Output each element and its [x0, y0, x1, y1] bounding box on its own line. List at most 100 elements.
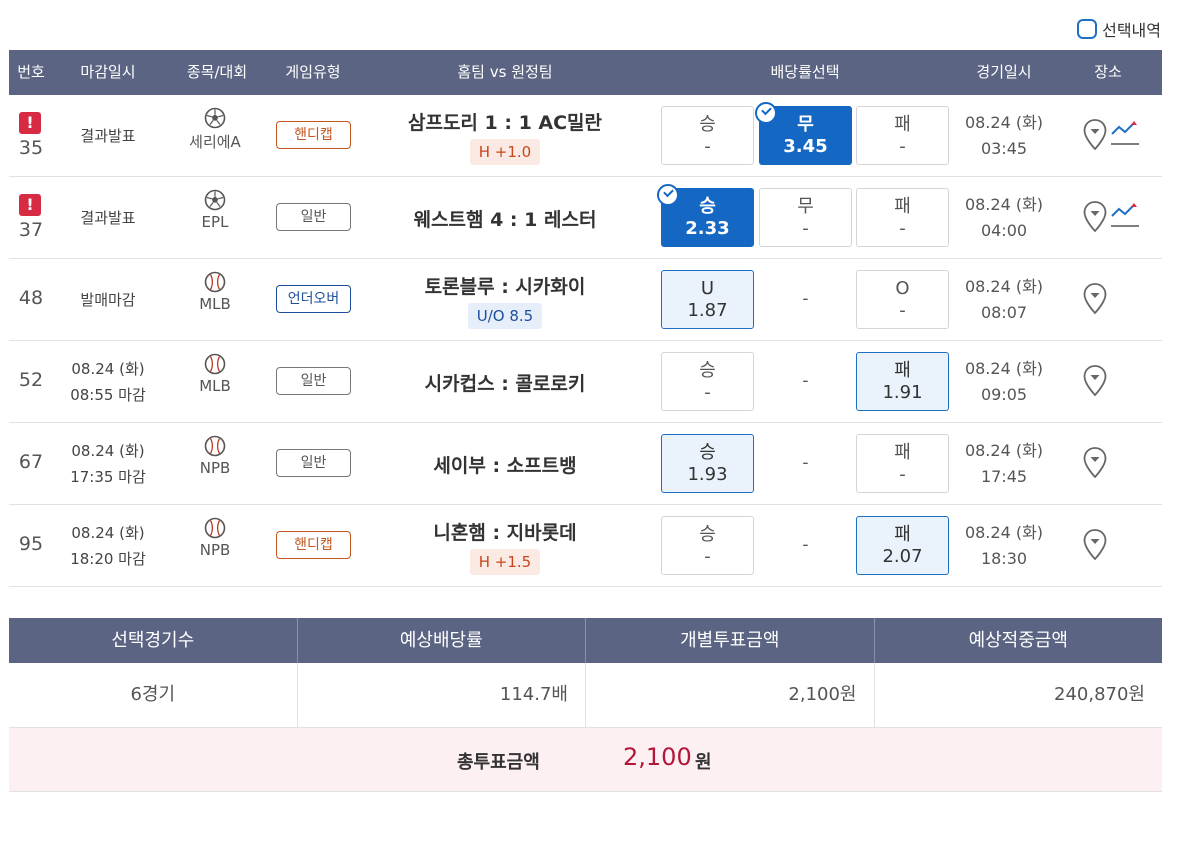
odds-lose-button[interactable]: 패 2.07 [856, 516, 949, 575]
header-no: 번호 [17, 63, 45, 81]
summary-expected-odds: 114.7배 [298, 663, 586, 727]
odds-win-button[interactable]: 승 1.93 [661, 434, 754, 493]
selection-history-toggle[interactable]: 선택내역 [1077, 17, 1161, 41]
odds-draw-button[interactable]: 무 3.45 [755, 102, 852, 165]
soccer-ball-icon [204, 107, 226, 129]
game-time: 08:07 [980, 303, 1028, 322]
selection-checkbox[interactable] [1077, 19, 1098, 39]
game-time: 03:45 [980, 139, 1028, 158]
header-game-date: 경기일시 [976, 63, 1032, 81]
game-date: 08.24 (화) [964, 359, 1044, 378]
summary-header: 선택경기수 예상배당률 개별투표금액 예상적중금액 [9, 618, 1162, 663]
odds-trend-chart-icon[interactable] [1110, 118, 1140, 152]
game-date: 08.24 (화) [964, 113, 1044, 132]
odds-lose-button[interactable]: 패- [856, 188, 949, 247]
location-pin-icon[interactable] [1082, 446, 1108, 480]
handicap-line: U/O 8.5 [467, 302, 543, 329]
game-number: 67 [18, 451, 44, 473]
odds-value: - [802, 218, 809, 239]
game-number-cell: ! 37 [9, 177, 53, 259]
game-date-cell: 08.24 (화) 17:45 [954, 423, 1054, 505]
game-date-cell: 08.24 (화) 08:07 [954, 259, 1054, 341]
odds-label: 패 [894, 114, 911, 135]
game-date: 08.24 (화) [964, 277, 1044, 296]
odds-value: - [899, 464, 906, 485]
odds-lose-button[interactable]: O- [856, 270, 949, 329]
match-teams[interactable]: 시카컵스 : 콜로로키 [425, 369, 586, 396]
odds-win-button[interactable]: 승 2.33 [657, 184, 754, 247]
game-type-cell: 핸디캡 [276, 531, 351, 559]
location-pin-icon[interactable] [1082, 200, 1108, 234]
game-number: 35 [18, 137, 44, 159]
match-cell[interactable]: 시카컵스 : 콜로로키 [349, 341, 661, 423]
total-bet-row: 총투표금액 2,100 원 [9, 728, 1162, 792]
summary-values: 6경기 114.7배 2,100원 240,870원 [9, 663, 1162, 728]
sport-cell: MLB [175, 353, 255, 395]
header-place: 장소 [1094, 63, 1122, 81]
odds-win-button[interactable]: 승- [661, 106, 754, 165]
match-cell[interactable]: 토론블루 : 시카화이 U/O 8.5 [349, 259, 661, 341]
header-sport: 종목/대회 [186, 63, 248, 81]
total-bet-label: 총투표금액 [457, 752, 540, 773]
game-number-cell: 52 [9, 341, 53, 423]
place-cell [1079, 259, 1149, 341]
place-cell [1079, 423, 1149, 505]
deadline-time: 18:20 마감 [70, 550, 146, 568]
match-teams[interactable]: 토론블루 : 시카화이 [425, 272, 586, 299]
odds-win-button[interactable]: 승- [661, 516, 754, 575]
location-pin-icon[interactable] [1082, 364, 1108, 398]
table-row: 67 08.24 (화) 17:35 마감 NPB 일반 세이부 : 소프트뱅 승 1.93 -… [9, 423, 1162, 505]
table-row: 52 08.24 (화) 08:55 마감 MLB 일반 시카컵스 : 콜로로키 승 - - 패 1… [9, 341, 1162, 423]
odds-win-button[interactable]: U 1.87 [661, 270, 754, 329]
location-pin-icon[interactable] [1082, 282, 1108, 316]
game-number: 52 [18, 369, 44, 391]
match-teams[interactable]: 세이부 : 소프트뱅 [433, 451, 576, 478]
match-cell[interactable]: 웨스트햄 4 : 1 레스터 [349, 177, 661, 259]
match-cell[interactable]: 세이부 : 소프트뱅 [349, 423, 661, 505]
location-pin-icon[interactable] [1082, 528, 1108, 562]
alert-icon: ! [19, 112, 41, 134]
summary-expected-payout: 240,870원 [1054, 684, 1145, 705]
odds-empty: - [802, 289, 809, 309]
odds-lose-button[interactable]: 패 1.91 [856, 352, 949, 411]
odds-draw-button[interactable]: 무- [759, 188, 852, 247]
game-number-cell: 67 [9, 423, 53, 505]
match-cell[interactable]: 니혼햄 : 지바롯데 H +1.5 [349, 505, 661, 587]
odds-lose-button[interactable]: 패- [856, 434, 949, 493]
odds-label: 승 [699, 524, 716, 545]
deadline-status: 08.24 (화) [71, 360, 145, 378]
match-cell[interactable]: 삼프도리 1 : 1 AC밀란 H +1.0 [349, 95, 661, 177]
location-pin-icon[interactable] [1082, 118, 1108, 152]
game-date-cell: 08.24 (화) 03:45 [954, 95, 1054, 177]
odds-empty: - [802, 371, 809, 391]
match-teams[interactable]: 니혼햄 : 지바롯데 [433, 518, 576, 545]
game-date: 08.24 (화) [964, 195, 1044, 214]
match-teams[interactable]: 삼프도리 1 : 1 AC밀란 [408, 108, 602, 135]
game-type-badge: 핸디캡 [276, 531, 351, 559]
game-time: 18:30 [980, 549, 1028, 568]
table-row: ! 35 결과발표 세리에A 핸디캡 삼프도리 1 : 1 AC밀란 H +1.0 승 - 무 3.… [9, 95, 1162, 177]
odds-value: 1.87 [687, 300, 728, 321]
deadline-status: 결과발표 [80, 209, 136, 227]
game-date-cell: 08.24 (화) 04:00 [954, 177, 1054, 259]
odds-win-button[interactable]: 승- [661, 352, 754, 411]
deadline-cell: 08.24 (화) 17:35 마감 [53, 423, 163, 505]
game-type-badge: 일반 [276, 449, 351, 477]
header-odds: 배당률선택 [770, 63, 840, 81]
odds-empty: - [802, 535, 809, 555]
table-body: ! 35 결과발표 세리에A 핸디캡 삼프도리 1 : 1 AC밀란 H +1.0 승 - 무 3.… [9, 95, 1162, 587]
odds-trend-chart-icon[interactable] [1110, 200, 1140, 234]
game-type-cell: 일반 [276, 203, 351, 231]
odds-lose-button[interactable]: 패- [856, 106, 949, 165]
deadline-cell: 발매마감 [53, 259, 163, 341]
game-type-cell: 핸디캡 [276, 121, 351, 149]
league-name: 세리에A [189, 133, 241, 151]
table-row: 95 08.24 (화) 18:20 마감 NPB 핸디캡 니혼햄 : 지바롯데 H +1.… [9, 505, 1162, 587]
sport-cell: 세리에A [175, 107, 255, 152]
match-teams[interactable]: 웨스트햄 4 : 1 레스터 [414, 205, 597, 232]
selected-check-icon [755, 102, 777, 124]
game-date-cell: 08.24 (화) 18:30 [954, 505, 1054, 587]
odds-label: 무 [797, 196, 814, 217]
baseball-icon [204, 271, 226, 293]
handicap-line: H +1.5 [469, 548, 541, 575]
